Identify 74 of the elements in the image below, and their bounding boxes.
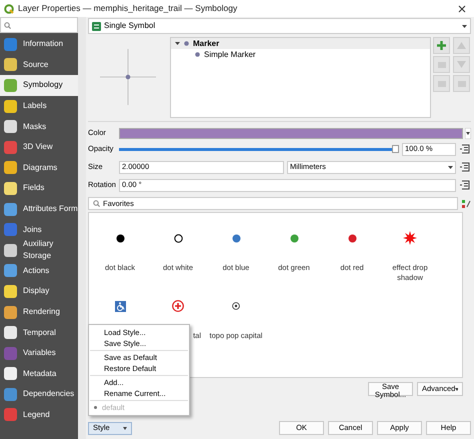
marker-dot-icon [184, 41, 189, 46]
category-icon [3, 160, 18, 176]
scrollbar[interactable] [78, 17, 86, 439]
target-icon [232, 302, 240, 310]
sidebar-item[interactable]: Dependencies [0, 384, 78, 405]
category-icon [3, 98, 18, 114]
plus-icon [437, 41, 446, 50]
category-icon [3, 325, 18, 340]
slider-thumb[interactable] [392, 145, 399, 153]
category-icon [3, 304, 18, 320]
category-icon [3, 57, 18, 72]
symbol-preview [98, 47, 158, 107]
style-manager-icon[interactable] [461, 198, 471, 208]
category-icon [3, 180, 18, 196]
opacity-slider[interactable] [119, 145, 399, 153]
sidebar-item[interactable]: Joins [0, 219, 78, 240]
sidebar-item[interactable]: Legend [0, 404, 78, 426]
sidebar-item[interactable]: Symbology [0, 75, 78, 96]
expander-icon[interactable] [175, 42, 180, 45]
category-icon [3, 407, 18, 422]
sidebar-item[interactable]: Display [0, 281, 78, 302]
sidebar-item[interactable]: Fields [0, 178, 78, 199]
data-defined-icon[interactable] [459, 144, 471, 154]
ring-icon [174, 234, 182, 242]
category-icon [3, 202, 18, 217]
sidebar-item[interactable]: Masks [0, 116, 78, 137]
sidebar-item[interactable]: Information [0, 34, 78, 55]
category-icon [3, 386, 18, 402]
search-field[interactable] [0, 17, 78, 33]
caret-icon [455, 388, 458, 390]
sidebar-item[interactable]: Temporal [0, 322, 78, 343]
category-icon [3, 366, 18, 382]
caret-icon[interactable] [465, 128, 471, 138]
caret-icon [123, 426, 127, 430]
sidebar-item[interactable]: Labels [0, 96, 78, 116]
add-layer-button[interactable] [433, 37, 450, 54]
window-title: Layer Properties — memphis_heritage_trail — Symbology [18, 2, 238, 15]
data-defined-icon[interactable] [459, 180, 471, 190]
plus-circle-icon [172, 300, 184, 312]
caret-icon [462, 24, 467, 28]
category-icon [3, 78, 18, 93]
wheelchair-icon [114, 300, 126, 312]
tree-row[interactable]: Marker [171, 38, 430, 49]
renderer-dropdown[interactable]: Single Symbol [88, 18, 471, 34]
category-icon [3, 263, 18, 278]
caret-icon [448, 166, 453, 168]
search-icon [93, 200, 100, 207]
data-defined-icon[interactable] [459, 162, 471, 172]
search-icon [4, 22, 11, 28]
color-swatch-button[interactable] [119, 128, 463, 138]
sidebar-item[interactable]: Rendering [0, 302, 78, 322]
category-icon [3, 119, 18, 134]
sidebar-item[interactable]: Variables [0, 342, 78, 364]
category-icon [3, 222, 18, 238]
down-triangle-icon [457, 61, 466, 68]
category-icon [3, 346, 18, 361]
sidebar-item[interactable]: Auxiliary Storage [0, 240, 78, 261]
category-icon [3, 36, 18, 52]
sidebar-item[interactable]: Diagrams [0, 158, 78, 178]
sidebar-item[interactable]: Actions [0, 260, 78, 282]
starburst-icon [403, 231, 417, 245]
sidebar-item[interactable]: Attributes Form [0, 198, 78, 220]
tree-row[interactable]: Simple Marker [171, 49, 430, 60]
close-icon[interactable] [458, 4, 466, 12]
app-logo-icon [4, 4, 14, 14]
sidebar-item[interactable]: Source [0, 54, 78, 76]
up-triangle-icon [457, 42, 466, 49]
category-icon [3, 284, 18, 299]
category-icon [3, 242, 18, 258]
marker-dot-icon [195, 52, 200, 57]
category-icon [3, 140, 18, 155]
sidebar-item[interactable]: 3D View [0, 136, 78, 158]
renderer-icon [92, 22, 101, 30]
sidebar-item[interactable]: Metadata [0, 364, 78, 384]
